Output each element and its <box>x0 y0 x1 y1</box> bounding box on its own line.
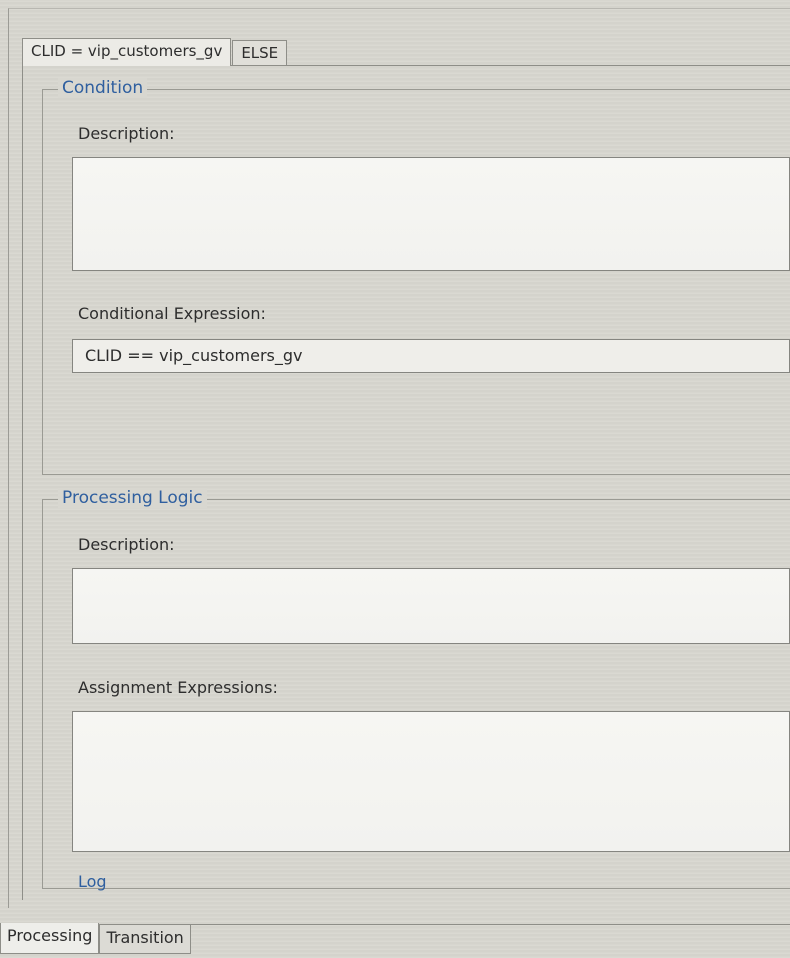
rule-editor-screen: CLID = vip_customers_gv ELSE Condition D… <box>0 0 790 958</box>
processing-description-label: Description: <box>78 535 175 554</box>
condition-tabs: CLID = vip_customers_gv ELSE <box>22 38 288 66</box>
tab-clid-condition[interactable]: CLID = vip_customers_gv <box>22 38 232 66</box>
processing-logic-group-title: Processing Logic <box>58 488 207 508</box>
conditional-expression-label: Conditional Expression: <box>78 304 266 323</box>
condition-group-title: Condition <box>58 78 148 98</box>
assignment-expressions-field[interactable] <box>72 711 790 852</box>
tab-processing[interactable]: Processing <box>0 923 100 954</box>
assignment-expressions-label: Assignment Expressions: <box>78 678 278 697</box>
condition-description-field[interactable] <box>72 157 790 271</box>
conditional-expression-field[interactable]: CLID == vip_customers_gv <box>72 339 790 373</box>
tab-else[interactable]: ELSE <box>232 40 288 66</box>
processing-description-field[interactable] <box>72 568 790 644</box>
condition-group-box <box>42 89 790 475</box>
log-section-label: Log <box>78 872 107 891</box>
condition-description-label: Description: <box>78 124 175 143</box>
bottom-tabs: Processing Transition <box>0 923 191 954</box>
tab-transition[interactable]: Transition <box>99 925 191 954</box>
